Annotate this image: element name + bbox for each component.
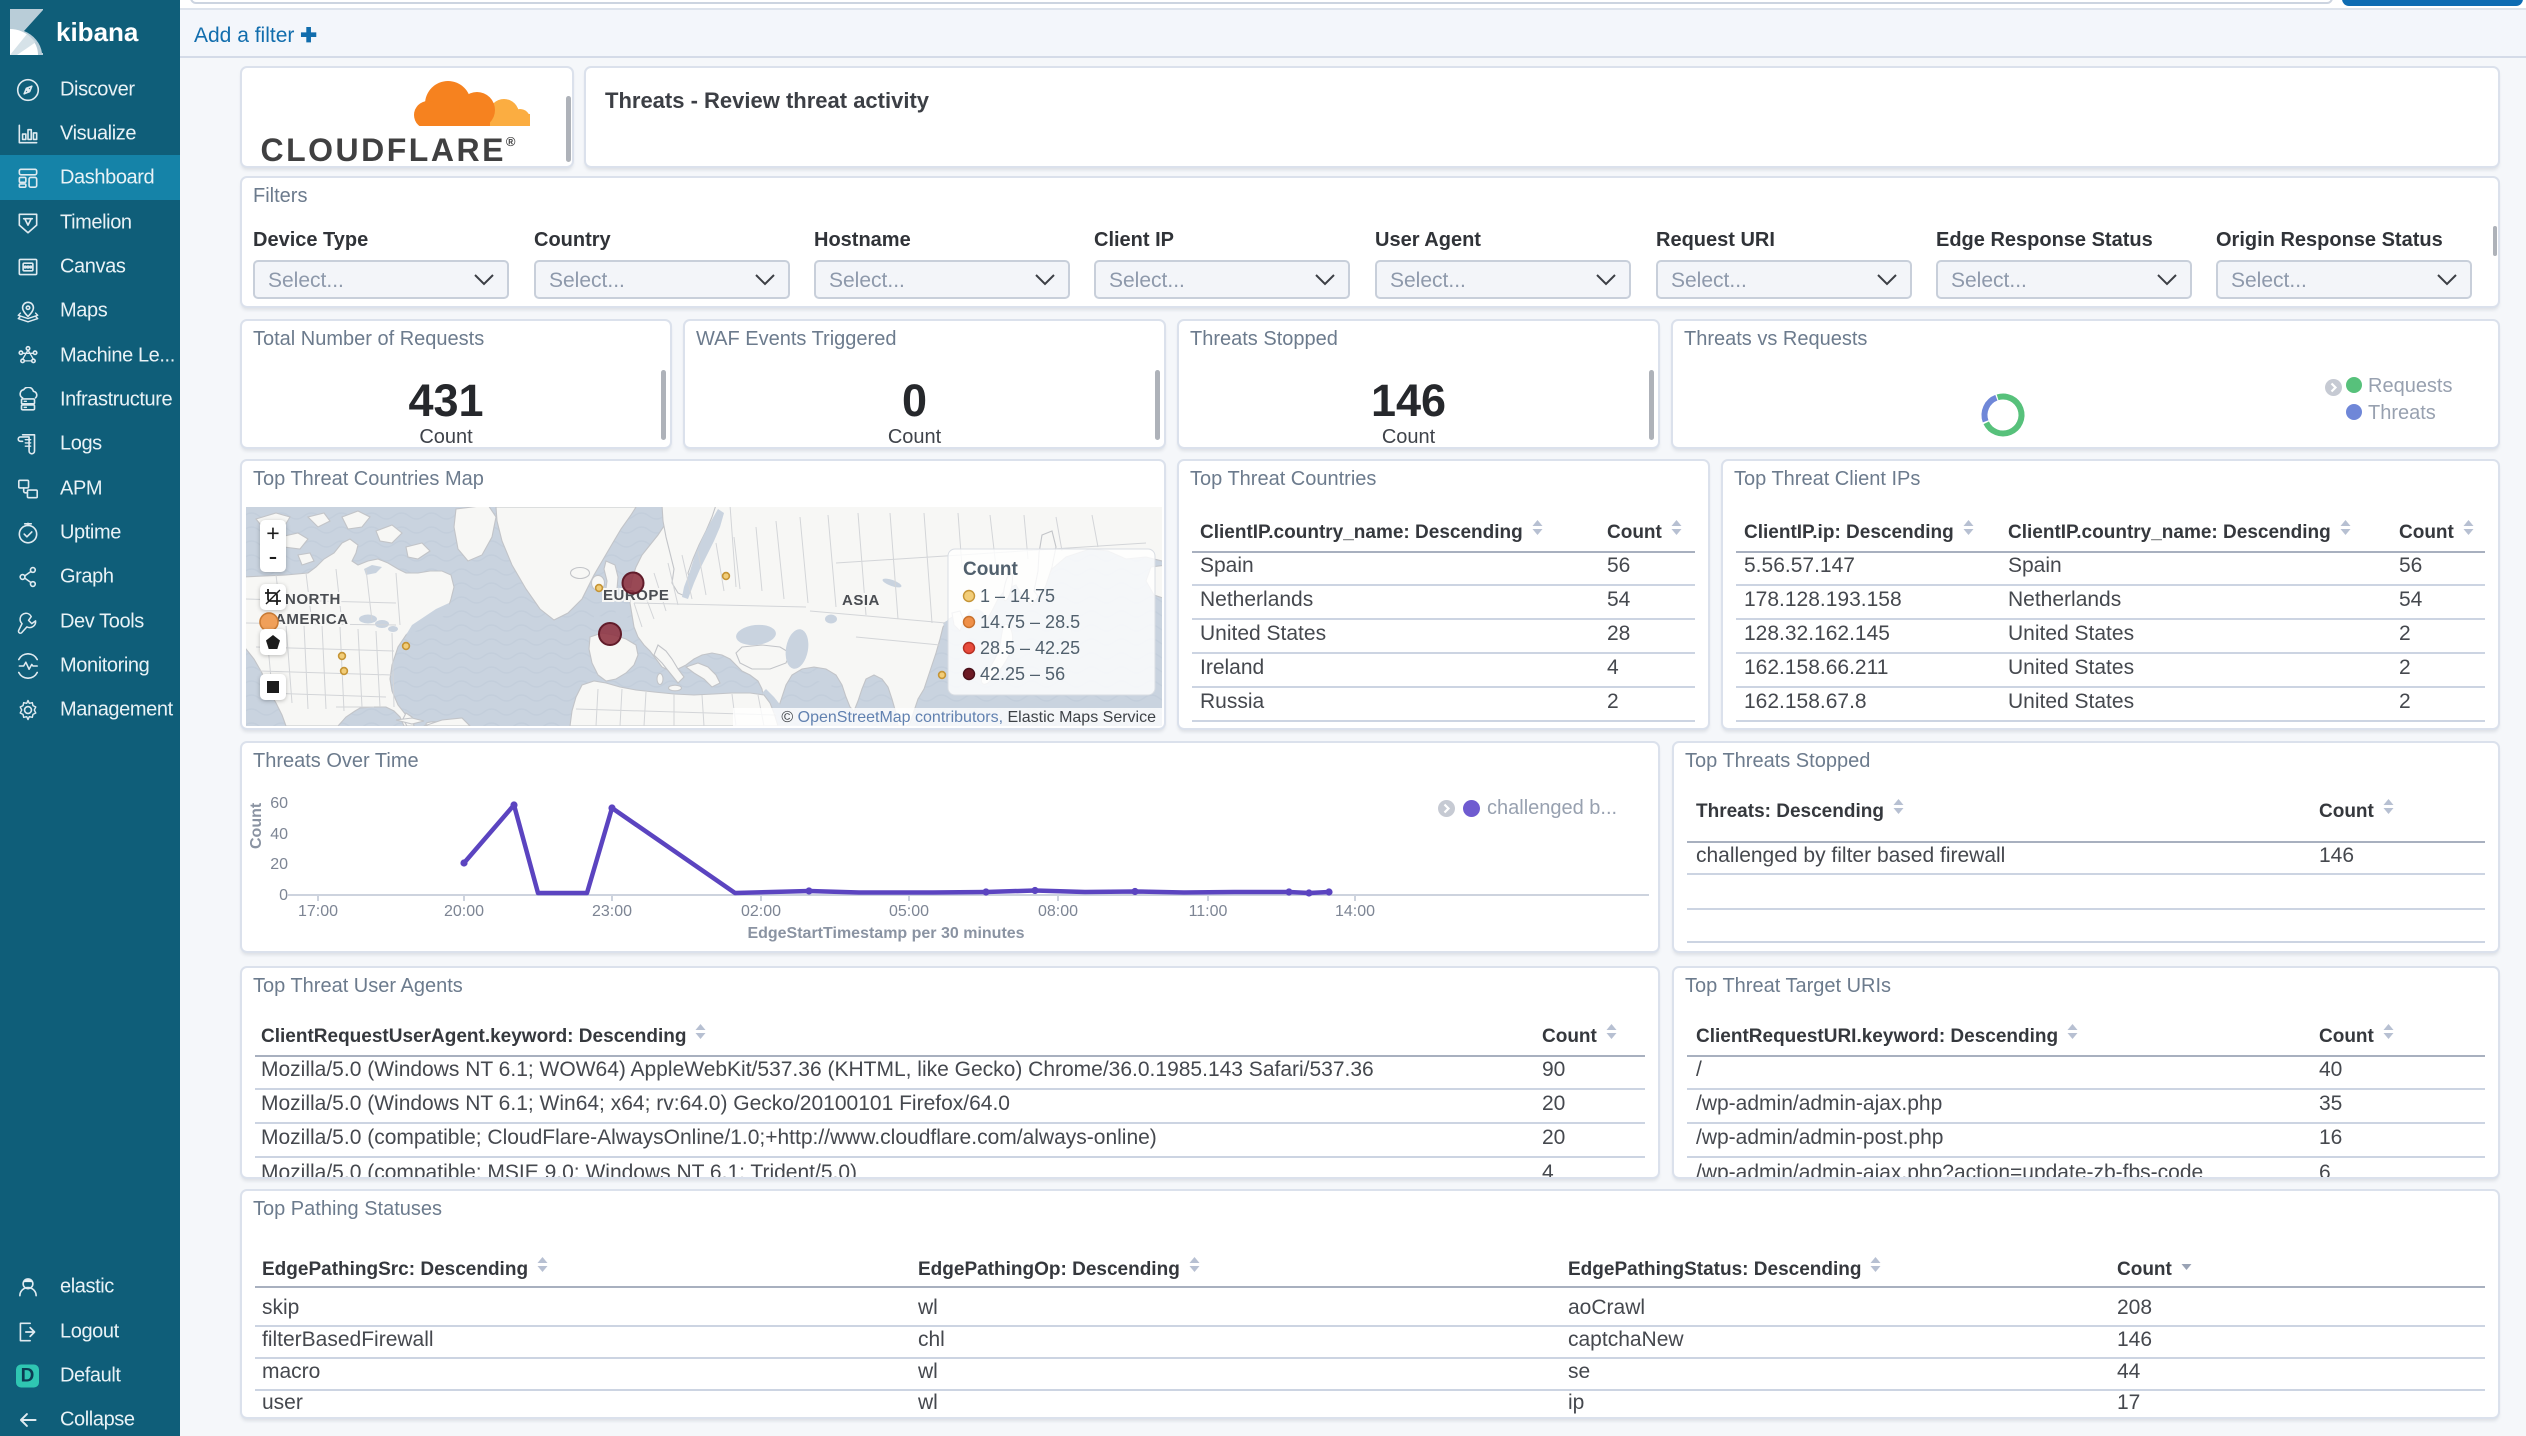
svg-text:© OpenStreetMap contributors,: © OpenStreetMap contributors, Elastic Ma… bbox=[781, 709, 1156, 726]
svg-text:05:00: 05:00 bbox=[889, 903, 929, 920]
svg-text:Count: Count bbox=[963, 559, 1019, 580]
svg-text:EdgeStartTimestamp per 30 minu: EdgeStartTimestamp per 30 minutes bbox=[747, 925, 1024, 942]
svg-text:02:00: 02:00 bbox=[741, 903, 781, 920]
svg-text:40: 40 bbox=[270, 826, 288, 843]
svg-text:20: 20 bbox=[270, 856, 288, 873]
svg-text:1 – 14.75: 1 – 14.75 bbox=[980, 586, 1055, 606]
svg-text:60: 60 bbox=[270, 795, 288, 812]
svg-text:0: 0 bbox=[279, 887, 288, 904]
svg-text:23:00: 23:00 bbox=[592, 903, 632, 920]
svg-text:08:00: 08:00 bbox=[1038, 903, 1078, 920]
svg-text:AMERICA: AMERICA bbox=[275, 611, 349, 628]
svg-text:NORTH: NORTH bbox=[285, 591, 341, 608]
svg-text:14.75 – 28.5: 14.75 – 28.5 bbox=[980, 612, 1080, 632]
svg-text:11:00: 11:00 bbox=[1189, 903, 1228, 920]
svg-text:42.25 – 56: 42.25 – 56 bbox=[980, 664, 1065, 684]
svg-text:ASIA: ASIA bbox=[842, 592, 880, 609]
svg-text:Count: Count bbox=[248, 802, 265, 849]
svg-text:28.5 – 42.25: 28.5 – 42.25 bbox=[980, 638, 1080, 658]
svg-text:20:00: 20:00 bbox=[444, 903, 484, 920]
svg-text:14:00: 14:00 bbox=[1335, 903, 1375, 920]
svg-text:17:00: 17:00 bbox=[298, 903, 338, 920]
